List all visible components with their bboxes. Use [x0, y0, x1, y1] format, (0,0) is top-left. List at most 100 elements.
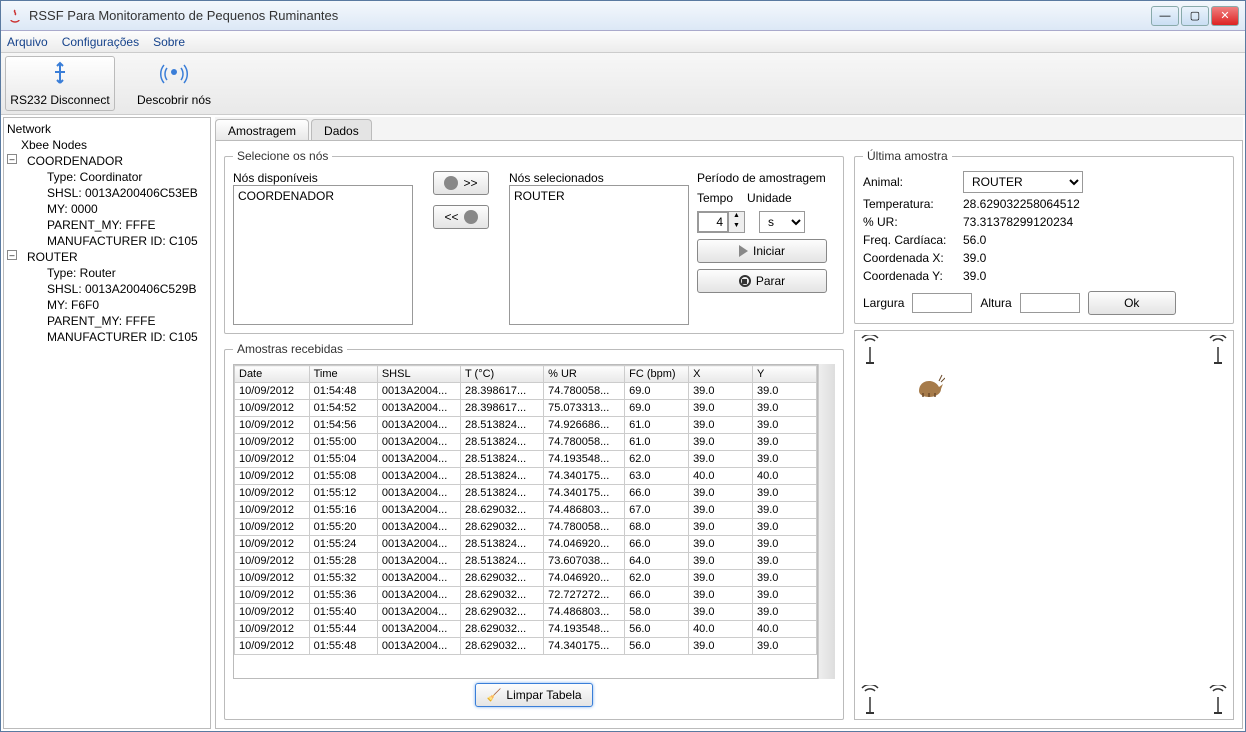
usb-icon — [45, 60, 75, 93]
coord-y-label: Coordenada Y: — [863, 269, 963, 283]
cell-x: 40.0 — [689, 468, 753, 485]
table-row[interactable]: 10/09/201201:55:320013A2004...28.629032.… — [235, 570, 817, 587]
tab-dados[interactable]: Dados — [311, 119, 372, 140]
tree-leaf: PARENT_MY: FFFE — [7, 217, 207, 233]
cell-y: 39.0 — [753, 502, 817, 519]
table-row[interactable]: 10/09/201201:55:120013A2004...28.513824.… — [235, 485, 817, 502]
th-time[interactable]: Time — [309, 366, 377, 383]
table-row[interactable]: 10/09/201201:55:240013A2004...28.513824.… — [235, 536, 817, 553]
cell-t: 28.629032... — [460, 570, 543, 587]
cell-time: 01:54:56 — [309, 417, 377, 434]
cell-fc: 56.0 — [625, 621, 689, 638]
chevron-up-icon[interactable]: ▲ — [728, 212, 744, 222]
table-row[interactable]: 10/09/201201:55:080013A2004...28.513824.… — [235, 468, 817, 485]
cell-fc: 62.0 — [625, 570, 689, 587]
animal-select[interactable]: ROUTER — [963, 171, 1083, 193]
cell-date: 10/09/2012 — [235, 451, 310, 468]
table-row[interactable]: 10/09/201201:54:520013A2004...28.398617.… — [235, 400, 817, 417]
move-left-button[interactable]: << — [433, 205, 488, 229]
cell-time: 01:55:28 — [309, 553, 377, 570]
cell-fc: 56.0 — [625, 638, 689, 655]
clear-table-button[interactable]: 🧹 Limpar Tabela — [475, 683, 592, 707]
cell-date: 10/09/2012 — [235, 417, 310, 434]
table-row[interactable]: 10/09/201201:55:480013A2004...28.629032.… — [235, 638, 817, 655]
th-shsl[interactable]: SHSL — [377, 366, 460, 383]
table-row[interactable]: 10/09/201201:54:480013A2004...28.398617.… — [235, 383, 817, 400]
cell-t: 28.513824... — [460, 417, 543, 434]
selected-nodes-list[interactable]: ROUTER — [509, 185, 689, 325]
altura-input[interactable] — [1020, 293, 1080, 313]
cell-fc: 61.0 — [625, 434, 689, 451]
table-row[interactable]: 10/09/201201:54:560013A2004...28.513824.… — [235, 417, 817, 434]
cell-shsl: 0013A2004... — [377, 621, 460, 638]
th-x[interactable]: X — [689, 366, 753, 383]
menu-config[interactable]: Configurações — [62, 35, 139, 49]
move-right-button[interactable]: >> — [433, 171, 488, 195]
th-date[interactable]: Date — [235, 366, 310, 383]
cell-date: 10/09/2012 — [235, 604, 310, 621]
largura-input[interactable] — [912, 293, 972, 313]
stop-button[interactable]: Parar — [697, 269, 827, 293]
cell-t: 28.629032... — [460, 604, 543, 621]
cell-shsl: 0013A2004... — [377, 638, 460, 655]
maximize-button[interactable]: ▢ — [1181, 6, 1209, 26]
cell-shsl: 0013A2004... — [377, 587, 460, 604]
start-button[interactable]: Iniciar — [697, 239, 827, 263]
network-tree-panel: Network Xbee Nodes –COORDENADOR Type: Co… — [3, 117, 211, 729]
cell-shsl: 0013A2004... — [377, 553, 460, 570]
table-row[interactable]: 10/09/201201:55:200013A2004...28.629032.… — [235, 519, 817, 536]
table-row[interactable]: 10/09/201201:55:360013A2004...28.629032.… — [235, 587, 817, 604]
circle-icon — [444, 176, 458, 190]
titlebar: RSSF Para Monitoramento de Pequenos Rumi… — [1, 1, 1245, 31]
available-nodes-list[interactable]: COORDENADOR — [233, 185, 413, 325]
list-item[interactable]: ROUTER — [512, 188, 686, 204]
cell-t: 28.629032... — [460, 587, 543, 604]
th-fc[interactable]: FC (bpm) — [625, 366, 689, 383]
unidade-select[interactable]: s — [759, 211, 805, 233]
ok-button[interactable]: Ok — [1088, 291, 1176, 315]
table-row[interactable]: 10/09/201201:55:400013A2004...28.629032.… — [235, 604, 817, 621]
cell-fc: 66.0 — [625, 587, 689, 604]
table-row[interactable]: 10/09/201201:55:280013A2004...28.513824.… — [235, 553, 817, 570]
antenna-icon — [1207, 335, 1229, 365]
table-row[interactable]: 10/09/201201:55:040013A2004...28.513824.… — [235, 451, 817, 468]
tree-root-network[interactable]: Network — [7, 121, 207, 137]
minus-icon[interactable]: – — [7, 154, 17, 164]
th-y[interactable]: Y — [753, 366, 817, 383]
minus-icon[interactable]: – — [7, 250, 17, 260]
cell-time: 01:54:52 — [309, 400, 377, 417]
tab-amostragem[interactable]: Amostragem — [215, 119, 309, 140]
tempo-spinner[interactable]: ▲▼ — [697, 211, 745, 233]
th-ur[interactable]: % UR — [544, 366, 625, 383]
list-item[interactable]: COORDENADOR — [236, 188, 410, 204]
tree-xbee-nodes[interactable]: Xbee Nodes — [7, 137, 207, 153]
close-button[interactable]: ✕ — [1211, 6, 1239, 26]
table-row[interactable]: 10/09/201201:55:440013A2004...28.629032.… — [235, 621, 817, 638]
table-row[interactable]: 10/09/201201:55:160013A2004...28.629032.… — [235, 502, 817, 519]
antenna-icon — [159, 60, 189, 93]
cell-shsl: 0013A2004... — [377, 400, 460, 417]
discover-nodes-button[interactable]: Descobrir nós — [119, 56, 229, 111]
minimize-button[interactable]: — — [1151, 6, 1179, 26]
cell-x: 39.0 — [689, 519, 753, 536]
menu-file[interactable]: Arquivo — [7, 35, 48, 49]
table-row[interactable]: 10/09/201201:55:000013A2004...28.513824.… — [235, 434, 817, 451]
cell-x: 39.0 — [689, 587, 753, 604]
tree-leaf: MY: F6F0 — [7, 297, 207, 313]
cell-ur: 72.727272... — [544, 587, 625, 604]
samples-table-wrap[interactable]: Date Time SHSL T (°C) % UR FC (bpm) X Y — [233, 364, 818, 679]
cell-y: 39.0 — [753, 570, 817, 587]
menu-about[interactable]: Sobre — [153, 35, 185, 49]
cell-t: 28.629032... — [460, 519, 543, 536]
tempo-input[interactable] — [698, 212, 728, 232]
animal-label: Animal: — [863, 175, 963, 189]
cell-x: 39.0 — [689, 604, 753, 621]
cell-shsl: 0013A2004... — [377, 451, 460, 468]
tree-coordinator[interactable]: –COORDENADOR — [7, 153, 207, 169]
rs232-disconnect-button[interactable]: RS232 Disconnect — [5, 56, 115, 111]
chevron-down-icon[interactable]: ▼ — [728, 222, 744, 232]
scrollbar[interactable] — [818, 364, 835, 679]
th-t[interactable]: T (°C) — [460, 366, 543, 383]
tree-router[interactable]: –ROUTER — [7, 249, 207, 265]
cell-ur: 74.486803... — [544, 502, 625, 519]
